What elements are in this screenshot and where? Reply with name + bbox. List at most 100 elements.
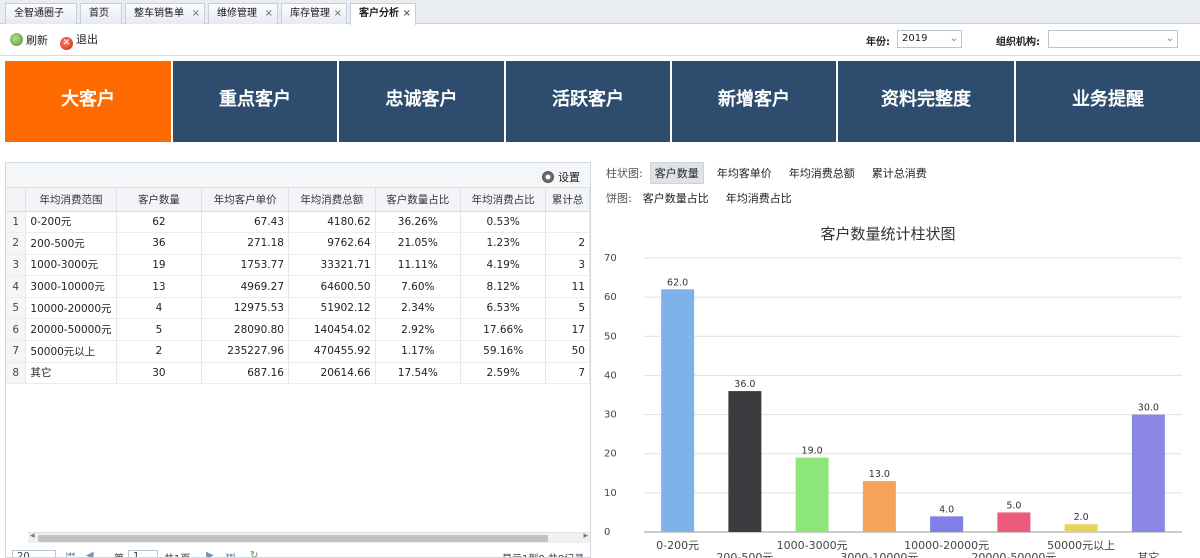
close-icon[interactable]: × bbox=[192, 4, 200, 23]
org-select[interactable]: ⌄ bbox=[1048, 30, 1178, 48]
scroll-right-icon[interactable]: ▸ bbox=[583, 531, 588, 541]
tab-label: 维修管理 bbox=[217, 8, 257, 19]
close-icon[interactable]: × bbox=[334, 4, 342, 23]
category-key-customer[interactable]: 重点客户 bbox=[173, 61, 339, 142]
bar-value-label: 30.0 bbox=[1138, 403, 1159, 414]
bar[interactable] bbox=[862, 481, 896, 532]
data-grid: 年均消费范围 客户数量 年均客户单价 年均消费总额 客户数量占比 年均消费占比 … bbox=[6, 188, 590, 385]
close-icon[interactable]: × bbox=[403, 4, 411, 23]
year-select[interactable]: 2019 ⌄ bbox=[897, 30, 962, 48]
cell-amount-pct: 0.53% bbox=[460, 211, 547, 234]
table-row[interactable]: 3 1000-3000元 19 1753.77 33321.71 11.11% 4.19% 3 bbox=[6, 254, 590, 277]
cell-avg-price: 67.43 bbox=[201, 211, 289, 234]
prev-page-icon[interactable]: ◀ bbox=[86, 550, 94, 557]
cell-avg-price: 4969.27 bbox=[201, 275, 289, 298]
category-business-reminder[interactable]: 业务提醒 bbox=[1016, 61, 1200, 142]
cell-cumulative: 5 bbox=[545, 297, 590, 320]
toolbar: 刷新 ✕ 退出 年份: 2019 ⌄ 组织机构: ⌄ bbox=[0, 25, 1200, 56]
bar[interactable] bbox=[795, 457, 829, 532]
bar-value-label: 13.0 bbox=[869, 469, 890, 480]
column-header[interactable]: 客户数量占比 bbox=[375, 188, 461, 212]
cell-cumulative: 11 bbox=[545, 275, 590, 298]
bar-value-label: 5.0 bbox=[1006, 500, 1021, 511]
cell-range: 0-200元 bbox=[25, 211, 117, 234]
close-icon[interactable]: × bbox=[265, 4, 273, 23]
cell-cumulative: 2 bbox=[545, 232, 590, 255]
next-page-icon[interactable]: ▶ bbox=[206, 550, 214, 557]
cell-count: 5 bbox=[116, 318, 203, 342]
cell-total: 51902.12 bbox=[288, 297, 376, 320]
category-label: 大客户 bbox=[61, 89, 115, 110]
cell-cumulative: 7 bbox=[545, 362, 590, 385]
column-header[interactable]: 年均消费范围 bbox=[25, 188, 117, 212]
page-number-value: 1 bbox=[133, 551, 140, 558]
bar[interactable] bbox=[728, 391, 762, 532]
tab-customer-analysis[interactable]: 客户分析 × bbox=[350, 3, 416, 25]
cell-total: 4180.62 bbox=[288, 211, 376, 234]
cell-total: 140454.02 bbox=[288, 318, 376, 342]
column-header[interactable]: 年均消费总额 bbox=[288, 188, 376, 212]
x-tick-label: 其它 bbox=[1137, 550, 1159, 558]
first-page-icon[interactable]: ⏮ bbox=[66, 550, 75, 557]
category-new-customer[interactable]: 新增客户 bbox=[672, 61, 838, 142]
cell-count: 2 bbox=[116, 340, 203, 363]
table-row[interactable]: 5 10000-20000元 4 12975.53 51902.12 2.34% 6.53%… bbox=[6, 297, 590, 320]
bar[interactable] bbox=[997, 512, 1031, 532]
category-label: 活跃客户 bbox=[552, 89, 624, 110]
bar[interactable] bbox=[661, 289, 695, 532]
table-row[interactable]: 4 3000-10000元 13 4969.27 64600.50 7.60% 8.12% 1… bbox=[6, 275, 590, 298]
cell-count-pct: 7.60% bbox=[375, 275, 461, 298]
cell-count: 62 bbox=[116, 211, 203, 234]
table-row[interactable]: 7 50000元以上 2 235227.96 470455.92 1.17% 59.16% 5… bbox=[6, 340, 590, 363]
table-row[interactable]: 8 其它 30 687.16 20614.66 17.54% 2.59% 7 bbox=[6, 362, 590, 385]
tab-repair[interactable]: 维修管理 × bbox=[208, 3, 278, 24]
scroll-left-icon[interactable]: ◂ bbox=[30, 531, 35, 541]
last-page-icon[interactable]: ⏭ bbox=[226, 550, 235, 557]
table-row[interactable]: 1 0-200元 62 67.43 4180.62 36.26% 0.53% bbox=[6, 211, 590, 234]
table-row[interactable]: 6 20000-50000元 5 28090.80 140454.02 2.92% 17.6… bbox=[6, 318, 590, 342]
x-tick-label: 20000-50000元 bbox=[971, 551, 1056, 558]
tab-label: 整车销售单 bbox=[134, 8, 184, 19]
page-size-select[interactable]: 20 bbox=[12, 550, 56, 557]
category-loyal-customer[interactable]: 忠诚客户 bbox=[339, 61, 506, 142]
exit-label: 退出 bbox=[76, 33, 98, 46]
settings-button[interactable]: 设置 bbox=[542, 169, 580, 185]
exit-button[interactable]: ✕ 退出 bbox=[60, 33, 98, 50]
page-number-input[interactable]: 1 bbox=[128, 550, 158, 558]
tab-quanzhitong[interactable]: 全智通圈子 bbox=[5, 3, 77, 24]
refresh-button[interactable]: 刷新 bbox=[10, 33, 48, 48]
bar[interactable] bbox=[1064, 524, 1098, 532]
column-header[interactable]: 年均消费占比 bbox=[460, 188, 547, 212]
horizontal-scrollbar[interactable]: ◂ ▸ bbox=[28, 531, 590, 543]
year-value: 2019 bbox=[902, 33, 928, 44]
category-active-customer[interactable]: 活跃客户 bbox=[506, 61, 672, 142]
x-tick-label: 1000-3000元 bbox=[777, 539, 848, 552]
cell-count: 4 bbox=[116, 297, 203, 320]
category-big-customer[interactable]: 大客户 bbox=[5, 61, 173, 142]
x-tick-label: 3000-10000元 bbox=[840, 551, 918, 558]
column-header[interactable]: 客户数量 bbox=[116, 188, 203, 212]
column-header[interactable]: 累计总 bbox=[545, 188, 590, 212]
cell-count: 13 bbox=[116, 275, 203, 298]
bar[interactable] bbox=[1131, 414, 1165, 532]
cell-count-pct: 36.26% bbox=[375, 211, 461, 234]
column-header[interactable]: 年均客户单价 bbox=[201, 188, 289, 212]
refresh-icon[interactable]: ↻ bbox=[250, 550, 258, 557]
y-tick-label: 40 bbox=[604, 370, 617, 381]
bar[interactable] bbox=[930, 516, 964, 532]
tab-inventory[interactable]: 库存管理 × bbox=[281, 3, 347, 24]
chevron-down-icon: ⌄ bbox=[1165, 33, 1174, 44]
cell-count: 19 bbox=[116, 254, 203, 277]
row-number: 4 bbox=[6, 275, 27, 298]
cell-total: 33321.71 bbox=[288, 254, 376, 277]
page-prefix: 第 bbox=[114, 550, 124, 557]
tab-home[interactable]: 首页 bbox=[80, 3, 122, 24]
y-tick-label: 20 bbox=[604, 449, 617, 460]
chart-panel: 柱状图: 客户数量 年均客单价 年均消费总额 累计总消费 饼图: 客户数量占比 年均消费占比… bbox=[598, 162, 1200, 558]
scrollbar-thumb[interactable] bbox=[38, 535, 548, 542]
cell-cumulative: 50 bbox=[545, 340, 590, 363]
tab-vehicle-sales[interactable]: 整车销售单 × bbox=[125, 3, 205, 24]
cell-range: 其它 bbox=[25, 362, 117, 385]
table-row[interactable]: 2 200-500元 36 271.18 9762.64 21.05% 1.23% 2 bbox=[6, 232, 590, 255]
category-profile-completeness[interactable]: 资料完整度 bbox=[838, 61, 1016, 142]
